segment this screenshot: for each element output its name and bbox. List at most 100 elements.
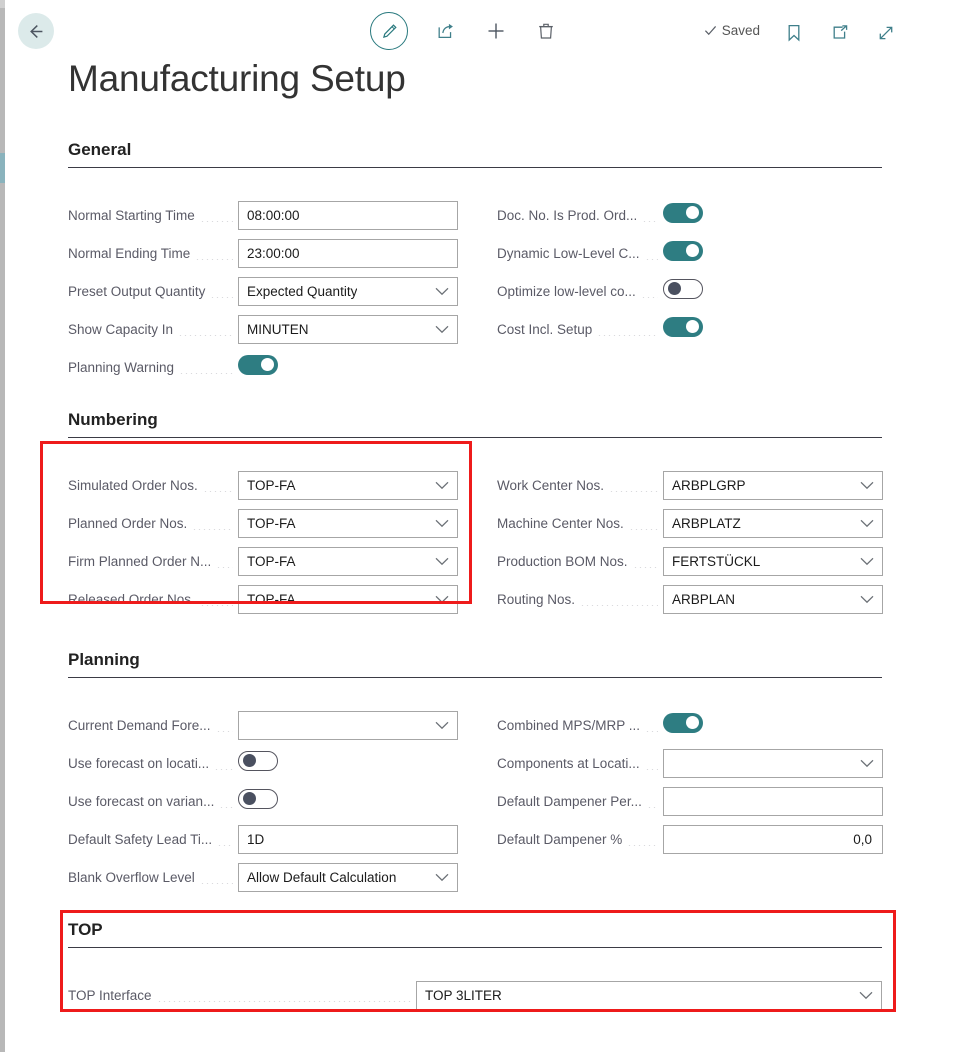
open-in-new-window-button[interactable] (828, 21, 852, 45)
label-dot-leader (217, 833, 233, 846)
toggle-dynamic-low-level-c[interactable] (663, 241, 703, 261)
dropdown-toggle[interactable] (427, 557, 449, 566)
field-control-wrap: TOP-FA (238, 471, 458, 500)
edit-button[interactable] (370, 12, 408, 50)
input-planned-order-nos[interactable]: TOP-FA (238, 509, 458, 538)
input-machine-center-nos[interactable]: ARBPLATZ (663, 509, 883, 538)
trash-icon (536, 21, 556, 41)
section-numbering: Numbering Simulated Order Nos.TOP-FAPlan… (68, 410, 882, 606)
field-control-wrap: TOP-FA (238, 509, 458, 538)
toggle-combined-mps-mrp[interactable] (663, 713, 703, 733)
field-control-wrap (238, 355, 458, 380)
field-row-released-order-nos: Released Order Nos. TOP-FA (68, 580, 458, 618)
toggle-use-forecast-on-locati[interactable] (238, 751, 278, 771)
dropdown-toggle[interactable] (427, 287, 449, 296)
label-dot-leader (216, 719, 233, 732)
left-scrollbar-thumb[interactable] (0, 153, 5, 183)
label-dot-leader (210, 285, 233, 298)
command-bar: Saved (0, 0, 970, 60)
toggle-knob (261, 358, 274, 371)
field-control-wrap: TOP-FA (238, 585, 458, 614)
field-label-default-dampener-per: Default Dampener Per... (497, 794, 642, 809)
back-button[interactable] (18, 13, 54, 49)
dropdown-toggle[interactable] (427, 481, 449, 490)
input-value: TOP-FA (247, 516, 296, 531)
share-icon (436, 21, 456, 41)
toggle-use-forecast-on-varian[interactable] (238, 789, 278, 809)
input-current-demand-fore[interactable] (238, 711, 458, 740)
dropdown-toggle[interactable] (427, 519, 449, 528)
bookmark-icon (786, 24, 802, 42)
field-control-wrap: FERTSTÜCKL (663, 547, 883, 576)
field-control-wrap: ARBPLATZ (663, 509, 883, 538)
chevron-down-icon (435, 325, 449, 334)
input-released-order-nos[interactable]: TOP-FA (238, 585, 458, 614)
chevron-down-icon (435, 595, 449, 604)
dropdown-toggle[interactable] (852, 481, 874, 490)
field-control-wrap (663, 749, 883, 778)
field-control-wrap: Allow Default Calculation (238, 863, 458, 892)
input-production-bom-nos[interactable]: FERTSTÜCKL (663, 547, 883, 576)
expand-button[interactable] (874, 21, 898, 45)
input-routing-nos[interactable]: ARBPLAN (663, 585, 883, 614)
dropdown-toggle[interactable] (427, 873, 449, 882)
input-show-capacity-in[interactable]: MINUTEN (238, 315, 458, 344)
chevron-down-icon (859, 991, 873, 1000)
input-blank-overflow-level[interactable]: Allow Default Calculation (238, 863, 458, 892)
chevron-down-icon (435, 519, 449, 528)
section-top: TOP TOP InterfaceTOP 3LITER (68, 920, 882, 1008)
dropdown-toggle[interactable] (852, 519, 874, 528)
input-value: Expected Quantity (247, 284, 357, 299)
toggle-knob (686, 320, 699, 333)
input-normal-ending-time[interactable]: 23:00:00 (238, 239, 458, 268)
input-preset-output-quantity[interactable]: Expected Quantity (238, 277, 458, 306)
toggle-doc-no-is-prod-ord[interactable] (663, 203, 703, 223)
toggle-knob (243, 754, 256, 767)
fullscreen-arrows-icon (877, 24, 895, 42)
dropdown-toggle[interactable] (852, 759, 874, 768)
dropdown-toggle[interactable] (852, 557, 874, 566)
input-default-dampener[interactable]: 0,0 (663, 825, 883, 854)
toggle-planning-warning[interactable] (238, 355, 278, 375)
field-row-cost-incl-setup: Cost Incl. Setup (497, 310, 883, 348)
new-button[interactable] (484, 19, 508, 43)
input-default-dampener-per[interactable] (663, 787, 883, 816)
input-components-at-locati[interactable] (663, 749, 883, 778)
label-dot-leader (633, 555, 658, 568)
chevron-down-icon (435, 287, 449, 296)
chevron-down-icon (860, 519, 874, 528)
dropdown-toggle[interactable] (852, 595, 874, 604)
field-label-show-capacity-in: Show Capacity In (68, 322, 173, 337)
share-button[interactable] (434, 19, 458, 43)
label-dot-leader (157, 989, 411, 1002)
field-label-released-order-nos: Released Order Nos. (68, 592, 195, 607)
label-dot-leader (597, 323, 658, 336)
field-row-preset-output-quantity: Preset Output QuantityExpected Quantity (68, 272, 458, 310)
dropdown-toggle[interactable] (427, 721, 449, 730)
input-firm-planned-order-n[interactable]: TOP-FA (238, 547, 458, 576)
toggle-optimize-low-level-co[interactable] (663, 279, 703, 299)
input-top-interface[interactable]: TOP 3LITER (416, 981, 882, 1010)
section-general: General Normal Starting Time08:00:00Norm… (68, 140, 882, 378)
input-normal-starting-time[interactable]: 08:00:00 (238, 201, 458, 230)
input-simulated-order-nos[interactable]: TOP-FA (238, 471, 458, 500)
toggle-cost-incl-setup[interactable] (663, 317, 703, 337)
dropdown-toggle[interactable] (427, 325, 449, 334)
field-label-normal-starting-time: Normal Starting Time (68, 208, 195, 223)
input-value: MINUTEN (247, 322, 309, 337)
dropdown-toggle[interactable] (851, 991, 873, 1000)
input-default-safety-lead-ti[interactable]: 1D (238, 825, 458, 854)
field-label-machine-center-nos: Machine Center Nos. (497, 516, 624, 531)
delete-button[interactable] (534, 19, 558, 43)
bookmark-button[interactable] (782, 21, 806, 45)
left-scrollbar-track[interactable] (0, 0, 5, 1052)
dropdown-toggle[interactable] (427, 595, 449, 604)
field-label-normal-ending-time: Normal Ending Time (68, 246, 190, 261)
plus-icon (485, 20, 507, 42)
field-label-cost-incl-setup: Cost Incl. Setup (497, 322, 592, 337)
saved-status-text: Saved (704, 23, 760, 38)
input-work-center-nos[interactable]: ARBPLGRP (663, 471, 883, 500)
field-label-planned-order-nos: Planned Order Nos. (68, 516, 187, 531)
field-row-planning-warning: Planning Warning (68, 348, 458, 386)
label-dot-leader (214, 757, 233, 770)
